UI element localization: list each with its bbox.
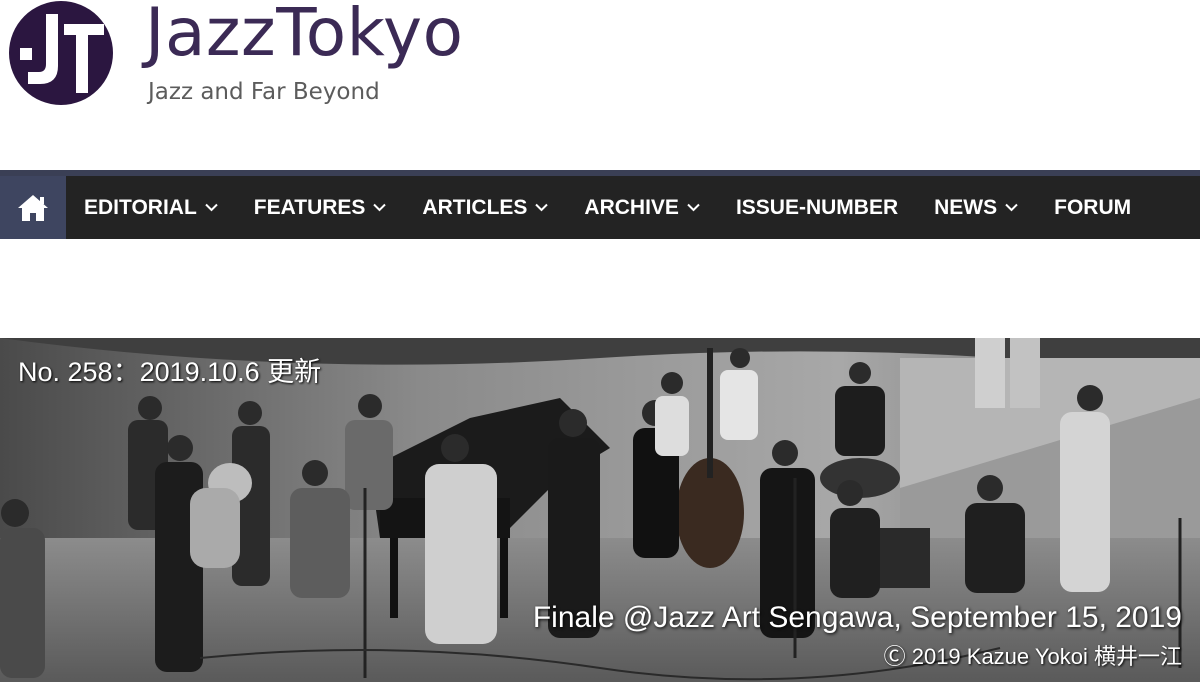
hero-banner[interactable]: No. 258：2019.10.6 更新 Finale @Jazz Art Se… [0,338,1200,682]
nav-item-label: FEATURES [253,195,366,219]
home-icon [18,194,48,221]
nav-item-archive[interactable]: ARCHIVE [566,176,718,239]
nav-item-label: NEWS [934,195,998,219]
photo-credit: Ⓒ 2019 Kazue Yokoi 横井一江 [883,644,1182,669]
nav-item-issue-number[interactable]: ISSUE-NUMBER [718,176,916,239]
nav-item-label: ARCHIVE [584,195,679,219]
nav-home-button[interactable] [0,176,66,239]
site-header: JazzTokyo Jazz and Far Beyond [0,0,1200,170]
site-title[interactable]: JazzTokyo [145,0,463,71]
chevron-down-icon [687,203,700,212]
nav-item-editorial[interactable]: EDITORIAL [66,176,236,239]
chevron-down-icon [1005,203,1018,212]
nav-item-forum[interactable]: FORUM [1036,176,1149,239]
issue-number-label: No. 258：2019.10.6 更新 [18,357,322,387]
nav-item-articles[interactable]: ARTICLES [404,176,566,239]
chevron-down-icon [373,203,387,212]
nav-item-label: FORUM [1054,195,1132,219]
site-logo[interactable] [6,0,116,106]
nav-item-news[interactable]: NEWS [916,176,1036,239]
nav-item-label: EDITORIAL [84,195,197,219]
nav-menu: EDITORIAL FEATURES ARTICLES ARCHIVE ISSU… [66,176,1149,239]
photo-caption: Finale @Jazz Art Sengawa, September 15, … [532,601,1182,634]
site-tagline: Jazz and Far Beyond [148,79,380,105]
chevron-down-icon [535,203,549,212]
chevron-down-icon [205,203,218,212]
main-navigation: EDITORIAL FEATURES ARTICLES ARCHIVE ISSU… [0,170,1200,239]
nav-item-label: ARTICLES [422,195,528,219]
nav-item-label: ISSUE-NUMBER [735,195,899,219]
nav-item-features[interactable]: FEATURES [236,176,405,239]
